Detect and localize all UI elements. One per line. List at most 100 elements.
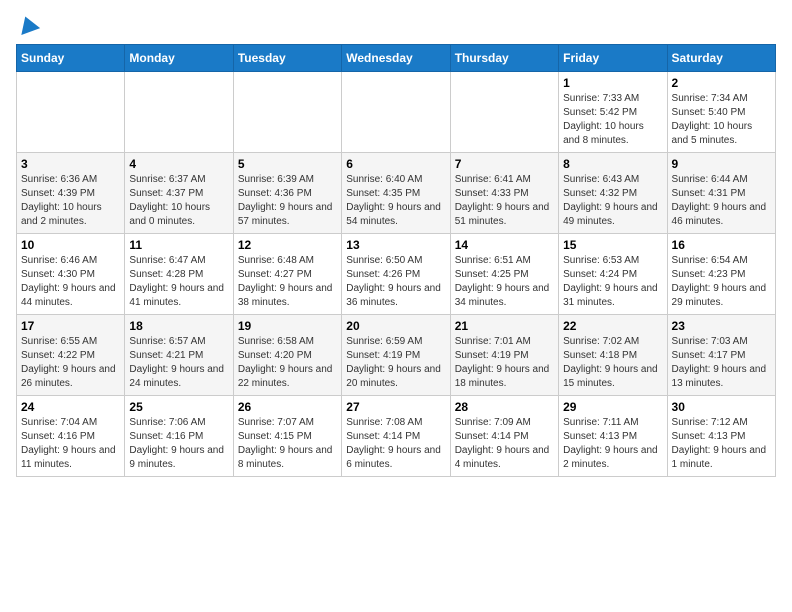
weekday-header-tuesday: Tuesday (233, 45, 341, 72)
day-number: 24 (21, 400, 120, 414)
calendar-cell: 30 Sunrise: 7:12 AM Sunset: 4:13 PM Dayli… (667, 396, 775, 477)
day-info: Sunrise: 6:39 AM Sunset: 4:36 PM Dayligh… (238, 173, 337, 229)
day-info: Sunrise: 7:02 AM Sunset: 4:18 PM Dayligh… (563, 335, 662, 391)
day-info: Sunrise: 6:58 AM Sunset: 4:20 PM Dayligh… (238, 335, 337, 391)
weekday-header-friday: Friday (559, 45, 667, 72)
day-number: 19 (238, 319, 337, 333)
day-info: Sunrise: 7:01 AM Sunset: 4:19 PM Dayligh… (455, 335, 554, 391)
calendar-cell: 9 Sunrise: 6:44 AM Sunset: 4:31 PM Daylig… (667, 153, 775, 234)
calendar-cell: 22 Sunrise: 7:02 AM Sunset: 4:18 PM Dayli… (559, 315, 667, 396)
calendar-cell (450, 72, 558, 153)
calendar-cell: 17Sunrise: 6:55 AM Sunset: 4:22 PM Dayli… (17, 315, 125, 396)
page-header (16, 16, 776, 32)
calendar-cell: 26 Sunrise: 7:07 AM Sunset: 4:15 PM Dayli… (233, 396, 341, 477)
day-number: 2 (672, 76, 771, 90)
day-number: 9 (672, 157, 771, 171)
day-number: 5 (238, 157, 337, 171)
day-info: Sunrise: 6:46 AM Sunset: 4:30 PM Dayligh… (21, 254, 120, 310)
calendar-cell: 16Sunrise: 6:54 AM Sunset: 4:23 PM Dayli… (667, 234, 775, 315)
day-number: 6 (346, 157, 445, 171)
calendar-cell: 8 Sunrise: 6:43 AM Sunset: 4:32 PM Daylig… (559, 153, 667, 234)
day-info: Sunrise: 7:03 AM Sunset: 4:17 PM Dayligh… (672, 335, 771, 391)
calendar-cell: 27 Sunrise: 7:08 AM Sunset: 4:14 PM Dayli… (342, 396, 450, 477)
day-info: Sunrise: 6:53 AM Sunset: 4:24 PM Dayligh… (563, 254, 662, 310)
day-info: Sunrise: 6:41 AM Sunset: 4:33 PM Dayligh… (455, 173, 554, 229)
calendar-cell: 29 Sunrise: 7:11 AM Sunset: 4:13 PM Dayli… (559, 396, 667, 477)
day-number: 17 (21, 319, 120, 333)
calendar-cell: 7 Sunrise: 6:41 AM Sunset: 4:33 PM Daylig… (450, 153, 558, 234)
day-number: 25 (129, 400, 228, 414)
day-info: Sunrise: 6:36 AM Sunset: 4:39 PM Dayligh… (21, 173, 120, 229)
day-number: 4 (129, 157, 228, 171)
day-number: 30 (672, 400, 771, 414)
day-number: 12 (238, 238, 337, 252)
day-info: Sunrise: 7:07 AM Sunset: 4:15 PM Dayligh… (238, 416, 337, 472)
calendar-cell: 5 Sunrise: 6:39 AM Sunset: 4:36 PM Daylig… (233, 153, 341, 234)
day-info: Sunrise: 7:33 AM Sunset: 5:42 PM Dayligh… (563, 92, 662, 148)
day-info: Sunrise: 7:09 AM Sunset: 4:14 PM Dayligh… (455, 416, 554, 472)
day-info: Sunrise: 6:47 AM Sunset: 4:28 PM Dayligh… (129, 254, 228, 310)
day-info: Sunrise: 7:12 AM Sunset: 4:13 PM Dayligh… (672, 416, 771, 472)
calendar-week-1: 3Sunrise: 6:36 AM Sunset: 4:39 PM Daylig… (17, 153, 776, 234)
calendar-cell (125, 72, 233, 153)
calendar-cell: 10 Sunrise: 6:46 AM Sunset: 4:30 PM Dayli… (17, 234, 125, 315)
calendar-cell: 13 Sunrise: 6:50 AM Sunset: 4:26 PM Dayli… (342, 234, 450, 315)
day-number: 10 (21, 238, 120, 252)
day-info: Sunrise: 6:59 AM Sunset: 4:19 PM Dayligh… (346, 335, 445, 391)
day-info: Sunrise: 7:34 AM Sunset: 5:40 PM Dayligh… (672, 92, 771, 148)
day-info: Sunrise: 6:54 AM Sunset: 4:23 PM Dayligh… (672, 254, 771, 310)
day-number: 22 (563, 319, 662, 333)
day-number: 8 (563, 157, 662, 171)
day-info: Sunrise: 6:43 AM Sunset: 4:32 PM Dayligh… (563, 173, 662, 229)
calendar-cell: 12 Sunrise: 6:48 AM Sunset: 4:27 PM Dayli… (233, 234, 341, 315)
day-info: Sunrise: 7:11 AM Sunset: 4:13 PM Dayligh… (563, 416, 662, 472)
calendar-cell: 21 Sunrise: 7:01 AM Sunset: 4:19 PM Dayli… (450, 315, 558, 396)
day-info: Sunrise: 6:37 AM Sunset: 4:37 PM Dayligh… (129, 173, 228, 229)
calendar-cell: 25 Sunrise: 7:06 AM Sunset: 4:16 PM Dayli… (125, 396, 233, 477)
calendar-cell (233, 72, 341, 153)
calendar-cell: 4 Sunrise: 6:37 AM Sunset: 4:37 PM Daylig… (125, 153, 233, 234)
weekday-header-monday: Monday (125, 45, 233, 72)
day-info: Sunrise: 6:40 AM Sunset: 4:35 PM Dayligh… (346, 173, 445, 229)
day-info: Sunrise: 7:04 AM Sunset: 4:16 PM Dayligh… (21, 416, 120, 472)
calendar-cell: 14Sunrise: 6:51 AM Sunset: 4:25 PM Dayli… (450, 234, 558, 315)
day-number: 1 (563, 76, 662, 90)
calendar-table: SundayMondayTuesdayWednesdayThursdayFrid… (16, 44, 776, 477)
calendar-week-4: 24 Sunrise: 7:04 AM Sunset: 4:16 PM Dayli… (17, 396, 776, 477)
weekday-header-thursday: Thursday (450, 45, 558, 72)
calendar-week-2: 10 Sunrise: 6:46 AM Sunset: 4:30 PM Dayli… (17, 234, 776, 315)
day-info: Sunrise: 7:08 AM Sunset: 4:14 PM Dayligh… (346, 416, 445, 472)
calendar-cell (17, 72, 125, 153)
weekday-header-saturday: Saturday (667, 45, 775, 72)
calendar-cell: 28 Sunrise: 7:09 AM Sunset: 4:14 PM Dayli… (450, 396, 558, 477)
calendar-cell (342, 72, 450, 153)
weekday-header-sunday: Sunday (17, 45, 125, 72)
day-info: Sunrise: 7:06 AM Sunset: 4:16 PM Dayligh… (129, 416, 228, 472)
weekday-header-row: SundayMondayTuesdayWednesdayThursdayFrid… (17, 45, 776, 72)
calendar-week-0: 1 Sunrise: 7:33 AM Sunset: 5:42 PM Daylig… (17, 72, 776, 153)
day-number: 13 (346, 238, 445, 252)
day-number: 21 (455, 319, 554, 333)
day-info: Sunrise: 6:44 AM Sunset: 4:31 PM Dayligh… (672, 173, 771, 229)
day-info: Sunrise: 6:50 AM Sunset: 4:26 PM Dayligh… (346, 254, 445, 310)
calendar-cell: 11 Sunrise: 6:47 AM Sunset: 4:28 PM Dayli… (125, 234, 233, 315)
day-number: 11 (129, 238, 228, 252)
logo (16, 16, 38, 32)
day-number: 20 (346, 319, 445, 333)
calendar-cell: 15Sunrise: 6:53 AM Sunset: 4:24 PM Dayli… (559, 234, 667, 315)
day-number: 29 (563, 400, 662, 414)
day-number: 27 (346, 400, 445, 414)
day-number: 28 (455, 400, 554, 414)
calendar-cell: 18Sunrise: 6:57 AM Sunset: 4:21 PM Dayli… (125, 315, 233, 396)
calendar-cell: 2 Sunrise: 7:34 AM Sunset: 5:40 PM Daylig… (667, 72, 775, 153)
calendar-cell: 20 Sunrise: 6:59 AM Sunset: 4:19 PM Dayli… (342, 315, 450, 396)
calendar-cell: 3Sunrise: 6:36 AM Sunset: 4:39 PM Daylig… (17, 153, 125, 234)
day-info: Sunrise: 6:48 AM Sunset: 4:27 PM Dayligh… (238, 254, 337, 310)
day-number: 7 (455, 157, 554, 171)
calendar-week-3: 17Sunrise: 6:55 AM Sunset: 4:22 PM Dayli… (17, 315, 776, 396)
calendar-cell: 24 Sunrise: 7:04 AM Sunset: 4:16 PM Dayli… (17, 396, 125, 477)
calendar-cell: 23 Sunrise: 7:03 AM Sunset: 4:17 PM Dayli… (667, 315, 775, 396)
calendar-cell: 1 Sunrise: 7:33 AM Sunset: 5:42 PM Daylig… (559, 72, 667, 153)
day-number: 23 (672, 319, 771, 333)
day-number: 26 (238, 400, 337, 414)
